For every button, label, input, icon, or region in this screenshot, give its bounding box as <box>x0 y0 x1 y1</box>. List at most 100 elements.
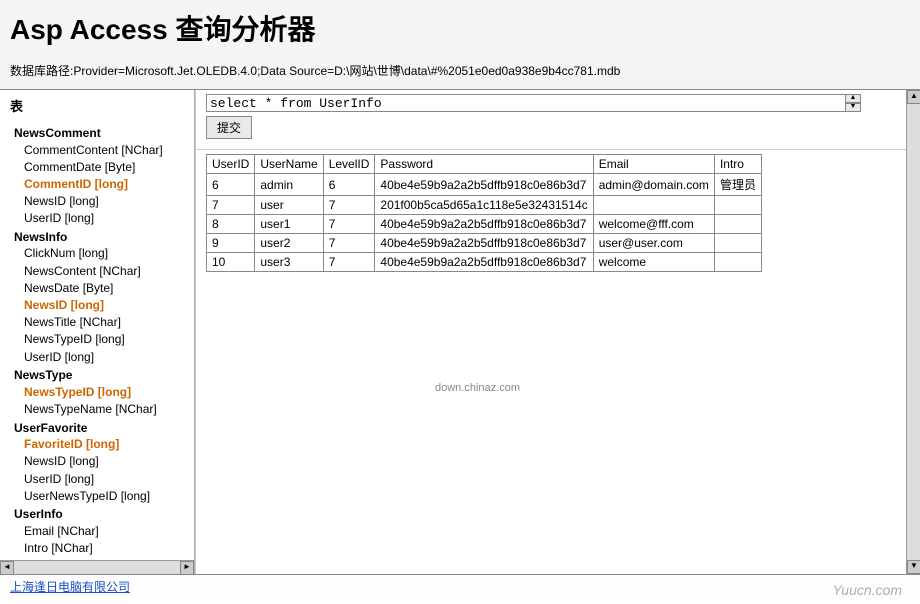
content-v-scrollbar[interactable]: ▲ ▼ <box>906 90 920 574</box>
table-group: NewsCommentCommentContent [NChar]Comment… <box>10 125 190 227</box>
sidebar: 表 NewsCommentCommentContent [NChar]Comme… <box>0 90 195 574</box>
result-header-row: UserIDUserNameLevelIDPasswordEmailIntro <box>207 155 762 174</box>
cell: welcome <box>593 253 714 272</box>
cell: user3 <box>255 253 323 272</box>
table-row: 6admin640be4e59b9a2a2b5dffb918c0e86b3d7a… <box>207 174 762 196</box>
cell: 管理员 <box>714 174 761 196</box>
cell: 7 <box>323 234 375 253</box>
cell: user@user.com <box>593 234 714 253</box>
cell: 40be4e59b9a2a2b5dffb918c0e86b3d7 <box>375 215 593 234</box>
cell: 8 <box>207 215 255 234</box>
result-area: UserIDUserNameLevelIDPasswordEmailIntro … <box>196 149 920 574</box>
column-item[interactable]: NewsTypeID [long] <box>10 383 190 400</box>
sidebar-h-scrollbar[interactable]: ◄ ► <box>0 560 194 574</box>
cell: admin@domain.com <box>593 174 714 196</box>
column-item[interactable]: ClickNum [long] <box>10 245 190 262</box>
conn-value: Provider=Microsoft.Jet.OLEDB.4.0;Data So… <box>73 64 620 78</box>
tables-list: NewsCommentCommentContent [NChar]Comment… <box>10 125 190 574</box>
cell: 40be4e59b9a2a2b5dffb918c0e86b3d7 <box>375 253 593 272</box>
column-item[interactable]: FavoriteID [long] <box>10 436 190 453</box>
column-item[interactable]: UserNewsTypeID [long] <box>10 487 190 504</box>
cell: user <box>255 196 323 215</box>
cell <box>714 215 761 234</box>
cell <box>714 234 761 253</box>
cell <box>714 253 761 272</box>
table-name[interactable]: UserFavorite <box>10 420 190 436</box>
submit-row: 提交 <box>196 114 920 149</box>
scroll-down-icon[interactable]: ▼ <box>907 560 920 574</box>
cell: 7 <box>207 196 255 215</box>
scroll-up-icon[interactable]: ▲ <box>907 90 920 104</box>
column-item[interactable]: CommentContent [NChar] <box>10 141 190 158</box>
column-item[interactable]: NewsID [long] <box>10 193 190 210</box>
cell: admin <box>255 174 323 196</box>
table-group: NewsInfoClickNum [long]NewsContent [NCha… <box>10 229 190 365</box>
scroll-left-icon[interactable]: ◄ <box>0 561 14 575</box>
cell: 10 <box>207 253 255 272</box>
col-header: Intro <box>714 155 761 174</box>
cell: 40be4e59b9a2a2b5dffb918c0e86b3d7 <box>375 174 593 196</box>
column-item[interactable]: Email [NChar] <box>10 522 190 539</box>
col-header: Email <box>593 155 714 174</box>
footer: 上海逢日电脑有限公司 <box>0 574 920 598</box>
table-name[interactable]: NewsComment <box>10 125 190 141</box>
cell: 201f00b5ca5d65a1c118e5e32431514c <box>375 196 593 215</box>
column-item[interactable]: NewsTypeName [NChar] <box>10 400 190 417</box>
column-item[interactable]: UserID [long] <box>10 348 190 365</box>
content-pane: ▲ ▼ 提交 UserIDUserNameLevelIDPasswordEmai… <box>195 90 920 574</box>
spinner-down-icon[interactable]: ▼ <box>845 103 861 112</box>
table-row: 9user2740be4e59b9a2a2b5dffb918c0e86b3d7u… <box>207 234 762 253</box>
cell: welcome@fff.com <box>593 215 714 234</box>
column-item[interactable]: NewsTitle [NChar] <box>10 314 190 331</box>
page-title: Asp Access 查询分析器 <box>10 8 910 48</box>
column-item[interactable]: NewsID [long] <box>10 297 190 314</box>
column-item[interactable]: NewsContent [NChar] <box>10 262 190 279</box>
sql-input[interactable] <box>206 94 846 112</box>
scroll-right-icon[interactable]: ► <box>180 561 194 575</box>
table-group: NewsTypeNewsTypeID [long]NewsTypeName [N… <box>10 367 190 417</box>
result-body: 6admin640be4e59b9a2a2b5dffb918c0e86b3d7a… <box>207 174 762 272</box>
cell: 7 <box>323 196 375 215</box>
column-item[interactable]: CommentID [long] <box>10 175 190 192</box>
column-item[interactable]: UserID [long] <box>10 210 190 227</box>
cell: 40be4e59b9a2a2b5dffb918c0e86b3d7 <box>375 234 593 253</box>
site-watermark: Yuucn.com <box>832 582 902 598</box>
cell: 9 <box>207 234 255 253</box>
cell: 7 <box>323 253 375 272</box>
sql-spinner[interactable]: ▲ ▼ <box>845 94 861 112</box>
col-header: UserID <box>207 155 255 174</box>
column-item[interactable]: CommentDate [Byte] <box>10 158 190 175</box>
sidebar-title: 表 <box>10 96 190 115</box>
cell: user2 <box>255 234 323 253</box>
submit-button[interactable]: 提交 <box>206 116 252 139</box>
column-item[interactable]: Intro [NChar] <box>10 540 190 557</box>
table-row: 8user1740be4e59b9a2a2b5dffb918c0e86b3d7w… <box>207 215 762 234</box>
col-header: Password <box>375 155 593 174</box>
col-header: UserName <box>255 155 323 174</box>
conn-label: 数据库路径: <box>10 64 73 78</box>
header: Asp Access 查询分析器 数据库路径:Provider=Microsof… <box>0 0 920 90</box>
column-item[interactable]: UserID [long] <box>10 470 190 487</box>
column-item[interactable]: NewsID [long] <box>10 453 190 470</box>
footer-link[interactable]: 上海逢日电脑有限公司 <box>10 580 130 594</box>
connection-string: 数据库路径:Provider=Microsoft.Jet.OLEDB.4.0;D… <box>10 62 910 79</box>
spinner-up-icon[interactable]: ▲ <box>845 94 861 103</box>
table-group: UserFavoriteFavoriteID [long]NewsID [lon… <box>10 420 190 505</box>
cell: user1 <box>255 215 323 234</box>
query-row: ▲ ▼ <box>196 90 920 114</box>
cell: 6 <box>207 174 255 196</box>
cell <box>714 196 761 215</box>
cell: 6 <box>323 174 375 196</box>
cell: 7 <box>323 215 375 234</box>
col-header: LevelID <box>323 155 375 174</box>
column-item[interactable]: NewsTypeID [long] <box>10 331 190 348</box>
table-name[interactable]: NewsInfo <box>10 229 190 245</box>
result-table: UserIDUserNameLevelIDPasswordEmailIntro … <box>206 154 762 272</box>
main: 表 NewsCommentCommentContent [NChar]Comme… <box>0 90 920 574</box>
column-item[interactable]: NewsDate [Byte] <box>10 279 190 296</box>
table-row: 7user7201f00b5ca5d65a1c118e5e32431514c <box>207 196 762 215</box>
table-row: 10user3740be4e59b9a2a2b5dffb918c0e86b3d7… <box>207 253 762 272</box>
table-name[interactable]: UserInfo <box>10 506 190 522</box>
cell <box>593 196 714 215</box>
table-name[interactable]: NewsType <box>10 367 190 383</box>
